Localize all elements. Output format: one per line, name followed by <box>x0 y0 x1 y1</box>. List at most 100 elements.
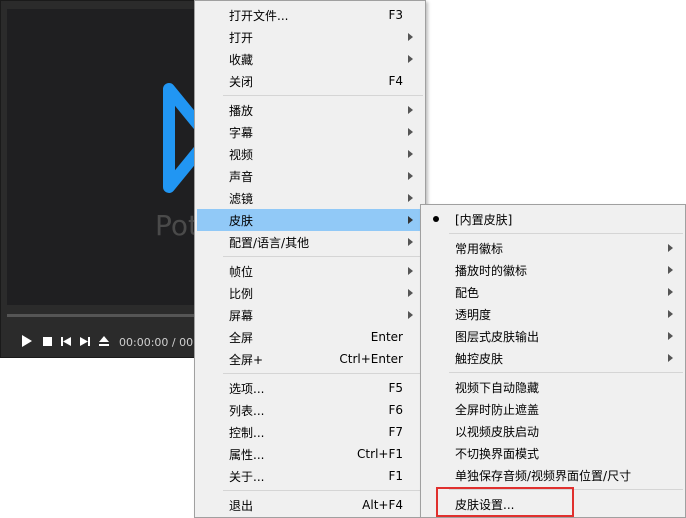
menu-item-video[interactable]: 视频 <box>197 143 423 165</box>
chevron-right-icon <box>668 354 673 362</box>
menu-item-label: 打开文件... <box>229 8 289 23</box>
menu-item-playback[interactable]: 播放 <box>197 99 423 121</box>
eject-icon[interactable] <box>96 331 112 351</box>
menu-separator <box>449 372 683 373</box>
menu-item-screen[interactable]: 屏幕 <box>197 304 423 326</box>
menu-item-shortcut: F3 <box>388 8 403 22</box>
submenu-item-prevent-cover-fullscreen[interactable]: 全屏时防止遮盖 <box>423 398 683 420</box>
menu-item-label: 不切换界面模式 <box>455 446 540 461</box>
menu-item-label: 配色 <box>455 285 480 300</box>
submenu-item-layered-skin-output[interactable]: 图层式皮肤输出 <box>423 325 683 347</box>
menu-item-label: 图层式皮肤输出 <box>455 329 540 344</box>
menu-item-config-language-other[interactable]: 配置/语言/其他 <box>197 231 423 253</box>
menu-item-label: 关闭 <box>229 74 254 89</box>
menu-item-label: 播放 <box>229 103 254 118</box>
menu-item-label: 配置/语言/其他 <box>229 235 310 250</box>
menu-item-aspect-ratio[interactable]: 比例 <box>197 282 423 304</box>
menu-item-shortcut: F1 <box>388 469 403 483</box>
previous-icon[interactable] <box>58 331 74 351</box>
chevron-right-icon <box>668 288 673 296</box>
radio-bullet-icon <box>433 216 439 222</box>
stop-icon[interactable] <box>39 331 55 351</box>
menu-item-open-file[interactable]: 打开文件... F3 <box>197 4 423 26</box>
menu-item-about[interactable]: 关于... F1 <box>197 465 423 487</box>
skin-submenu: [内置皮肤] 常用徽标 播放时的徽标 配色 透明度 图层式皮肤输出 触控皮肤 视… <box>420 204 686 518</box>
menu-item-label: 常用徽标 <box>455 241 504 256</box>
menu-item-label: 全屏 <box>229 330 254 345</box>
next-icon[interactable] <box>77 331 93 351</box>
chevron-right-icon <box>408 267 413 275</box>
menu-item-playlist[interactable]: 列表... F6 <box>197 399 423 421</box>
video-area[interactable]: PotPlayer <box>7 9 215 305</box>
menu-separator <box>223 490 423 491</box>
menu-item-label: 皮肤 <box>229 213 254 228</box>
menu-item-shortcut: F4 <box>388 74 403 88</box>
submenu-item-auto-hide-under-video[interactable]: 视频下自动隐藏 <box>423 376 683 398</box>
chevron-right-icon <box>668 332 673 340</box>
menu-item-filters[interactable]: 滤镜 <box>197 187 423 209</box>
chevron-right-icon <box>408 33 413 41</box>
player-window: PotPlayer 00:00:00 / 00:00:00 <box>0 0 229 358</box>
chevron-right-icon <box>668 310 673 318</box>
menu-item-shortcut: F6 <box>388 403 403 417</box>
menu-item-label: 关于... <box>229 469 265 484</box>
menu-item-label: 声音 <box>229 169 254 184</box>
submenu-item-common-logo[interactable]: 常用徽标 <box>423 237 683 259</box>
menu-item-open[interactable]: 打开 <box>197 26 423 48</box>
menu-item-label: 全屏+ <box>229 352 264 367</box>
chevron-right-icon <box>408 128 413 136</box>
menu-item-label: 视频 <box>229 147 254 162</box>
chevron-right-icon <box>408 106 413 114</box>
chevron-right-icon <box>408 238 413 246</box>
menu-item-shortcut: F7 <box>388 425 403 439</box>
submenu-item-no-ui-mode-switch[interactable]: 不切换界面模式 <box>423 442 683 464</box>
menu-item-label: 帧位 <box>229 264 254 279</box>
menu-separator <box>223 256 423 257</box>
menu-separator <box>449 233 683 234</box>
play-icon[interactable] <box>19 331 35 351</box>
chevron-right-icon <box>408 216 413 224</box>
menu-item-frame[interactable]: 帧位 <box>197 260 423 282</box>
menu-item-label: 打开 <box>229 30 254 45</box>
chevron-right-icon <box>408 150 413 158</box>
menu-item-subtitles[interactable]: 字幕 <box>197 121 423 143</box>
menu-item-shortcut: F5 <box>388 381 403 395</box>
context-menu: 打开文件... F3 打开 收藏 关闭 F4 播放 字幕 视频 声音 滤镜 皮肤… <box>194 0 426 518</box>
chevron-right-icon <box>408 55 413 63</box>
menu-item-favorites[interactable]: 收藏 <box>197 48 423 70</box>
submenu-item-transparency[interactable]: 透明度 <box>423 303 683 325</box>
menu-item-shortcut: Ctrl+Enter <box>339 352 403 366</box>
submenu-item-start-with-video-skin[interactable]: 以视频皮肤启动 <box>423 420 683 442</box>
menu-item-close[interactable]: 关闭 F4 <box>197 70 423 92</box>
menu-item-label: 屏幕 <box>229 308 254 323</box>
menu-item-exit[interactable]: 退出 Alt+F4 <box>197 494 423 516</box>
menu-item-label: 视频下自动隐藏 <box>455 380 540 395</box>
submenu-item-builtin-skin[interactable]: [内置皮肤] <box>423 208 683 230</box>
menu-item-audio[interactable]: 声音 <box>197 165 423 187</box>
menu-item-label: 触控皮肤 <box>455 351 504 366</box>
submenu-item-save-position-size-separately[interactable]: 单独保存音频/视频界面位置/尺寸 <box>423 464 683 486</box>
chevron-right-icon <box>408 172 413 180</box>
menu-item-fullscreen-plus[interactable]: 全屏+ Ctrl+Enter <box>197 348 423 370</box>
menu-item-control[interactable]: 控制... F7 <box>197 421 423 443</box>
menu-item-shortcut: Enter <box>370 330 403 344</box>
chevron-right-icon <box>668 244 673 252</box>
submenu-item-skin-settings[interactable]: 皮肤设置... <box>423 493 683 515</box>
menu-item-label: 选项... <box>229 381 265 396</box>
menu-item-label: 全屏时防止遮盖 <box>455 402 540 417</box>
menu-item-label: 皮肤设置... <box>455 497 515 512</box>
chevron-right-icon <box>668 266 673 274</box>
seek-bar[interactable] <box>7 314 197 317</box>
menu-item-skin[interactable]: 皮肤 <box>197 209 423 231</box>
submenu-item-touch-skin[interactable]: 触控皮肤 <box>423 347 683 369</box>
chevron-right-icon <box>408 194 413 202</box>
menu-item-label: 退出 <box>229 498 254 513</box>
submenu-item-playback-logo[interactable]: 播放时的徽标 <box>423 259 683 281</box>
submenu-item-color-scheme[interactable]: 配色 <box>423 281 683 303</box>
menu-item-label: 滤镜 <box>229 191 254 206</box>
menu-item-properties[interactable]: 属性... Ctrl+F1 <box>197 443 423 465</box>
menu-item-fullscreen[interactable]: 全屏 Enter <box>197 326 423 348</box>
chevron-right-icon <box>408 289 413 297</box>
menu-item-label: 以视频皮肤启动 <box>455 424 540 439</box>
menu-item-options[interactable]: 选项... F5 <box>197 377 423 399</box>
